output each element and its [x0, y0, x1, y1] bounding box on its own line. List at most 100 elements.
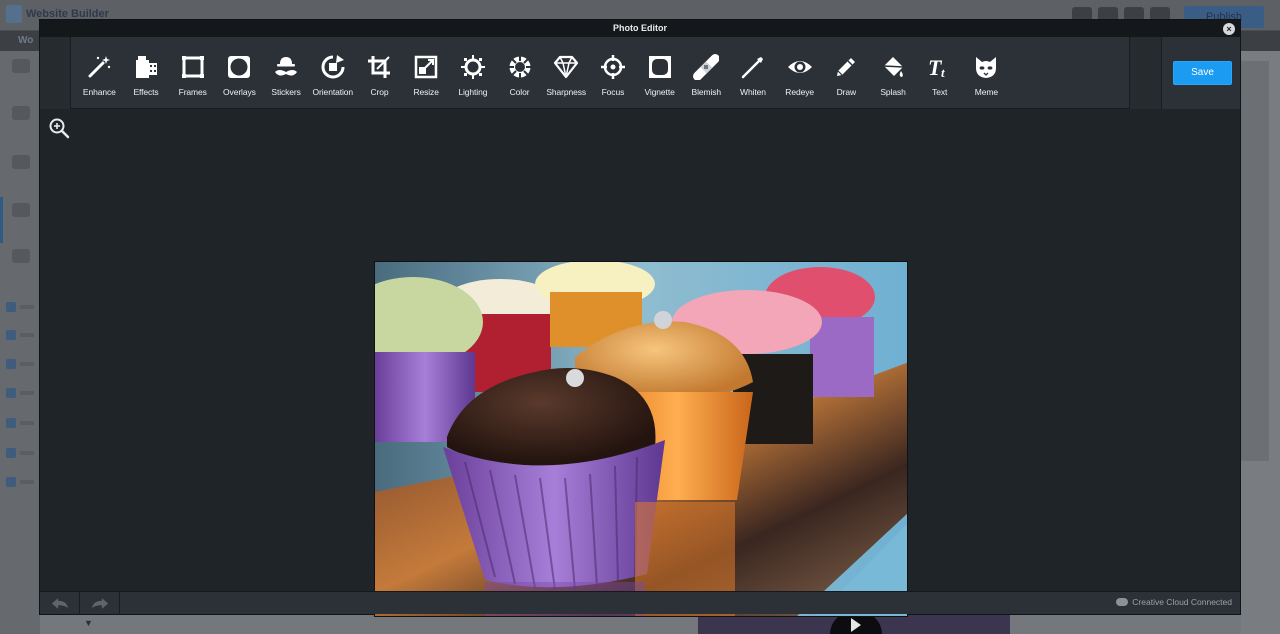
tool-splash[interactable]: Splash [870, 37, 917, 109]
photo-editor-modal: Photo Editor × Enhance Effects Frames Overl… [39, 19, 1241, 617]
tool-label: Stickers [271, 87, 301, 97]
design-icon [6, 359, 16, 369]
editor-footer: Creative Cloud Connected [40, 591, 1240, 615]
tool-label: Enhance [82, 87, 116, 97]
tool-label: Orientation [312, 87, 354, 97]
editor-toolbar: Enhance Effects Frames Overlays Stickers Orie… [40, 37, 1240, 109]
cloud-status-text: Creative Cloud Connected [1132, 597, 1232, 607]
undo-icon [51, 598, 68, 609]
sidebar-row-files [6, 387, 36, 399]
basic-icon [12, 59, 30, 73]
tool-label: Lighting [458, 87, 488, 97]
tool-label: Frames [178, 87, 207, 97]
tool-label: Draw [836, 87, 857, 97]
sidebar-row-settings [6, 329, 36, 341]
sidebar-item-controls [0, 249, 40, 265]
tool-label: Overlays [223, 87, 256, 97]
sidebar-row-store [6, 447, 36, 459]
crosshair-icon [599, 53, 627, 81]
tool-meme[interactable]: Meme [963, 37, 1010, 109]
tool-label: Whiten [740, 87, 766, 97]
tool-enhance[interactable]: Enhance [76, 37, 123, 109]
tool-whiten[interactable]: Whiten [730, 37, 777, 109]
blog-icon [6, 418, 16, 428]
tool-label: Color [509, 87, 530, 97]
tool-label: Effects [133, 87, 159, 97]
redo-icon [91, 598, 108, 609]
canvas-area [40, 110, 1240, 617]
frame-icon [179, 53, 207, 81]
tool-sharpness[interactable]: Sharpness [543, 37, 590, 109]
tool-label: Focus [601, 87, 625, 97]
tool-label: Text [932, 87, 948, 97]
tool-label: Blemish [691, 87, 722, 97]
close-icon[interactable]: × [1223, 23, 1235, 35]
sidebar-row-seo [6, 476, 36, 488]
mustache-hat-icon [272, 53, 300, 81]
save-button[interactable]: Save [1173, 61, 1232, 85]
resize-icon [412, 53, 440, 81]
search-icon [6, 477, 16, 487]
tool-label: Meme [974, 87, 999, 97]
sidebar-item-media [0, 155, 40, 171]
sidebar-row-blog [6, 417, 36, 429]
zoom-in-icon[interactable] [48, 117, 70, 139]
cloud-status: Creative Cloud Connected [1116, 597, 1232, 607]
sidebar-item-advanced [0, 203, 40, 219]
tool-crop[interactable]: Crop [356, 37, 403, 109]
advanced-icon [12, 203, 30, 217]
tool-lighting[interactable]: Lighting [450, 37, 497, 109]
paint-bucket-icon [879, 53, 907, 81]
pencil-icon [832, 53, 860, 81]
folder-icon [6, 388, 16, 398]
settings-icon [6, 330, 16, 340]
tool-label: Sharpness [546, 87, 587, 97]
subbar-label: Wo [18, 35, 34, 46]
sidebar-item-social [0, 106, 40, 122]
film-effects-icon [132, 53, 160, 81]
eye-icon [786, 53, 814, 81]
tool-orientation[interactable]: Orientation [309, 37, 356, 109]
undo-button[interactable] [40, 592, 80, 615]
tool-list: Enhance Effects Frames Overlays Stickers Orie… [76, 37, 1010, 109]
tool-text[interactable]: Tt Text [916, 37, 963, 109]
overlay-icon [225, 53, 253, 81]
magic-wand-icon [85, 53, 113, 81]
tool-frames[interactable]: Frames [169, 37, 216, 109]
tool-resize[interactable]: Resize [403, 37, 450, 109]
tool-vignette[interactable]: Vignette [636, 37, 683, 109]
cart-icon [6, 448, 16, 458]
tool-label: Vignette [644, 87, 675, 97]
app-right-panel [1241, 51, 1280, 634]
tool-label: Redeye [785, 87, 814, 97]
color-wheel-icon [506, 53, 534, 81]
crop-icon [365, 53, 393, 81]
controls-icon [12, 249, 30, 263]
media-icon [12, 155, 30, 169]
vignette-icon [646, 53, 674, 81]
sidebar-row-design [6, 358, 36, 370]
tool-color[interactable]: Color [496, 37, 543, 109]
diamond-icon [552, 53, 580, 81]
svg-text:t: t [941, 65, 945, 80]
tool-label: Crop [370, 87, 389, 97]
tool-blemish[interactable]: Blemish [683, 37, 730, 109]
creative-cloud-icon [1116, 598, 1129, 606]
sun-icon [459, 53, 487, 81]
tool-redeye[interactable]: Redeye [776, 37, 823, 109]
tool-stickers[interactable]: Stickers [263, 37, 310, 109]
redo-button[interactable] [80, 592, 120, 615]
bandage-icon [692, 53, 720, 81]
toolbar-right-cap [1129, 37, 1162, 109]
cat-face-icon [972, 53, 1000, 81]
tool-effects[interactable]: Effects [123, 37, 170, 109]
app-sidebar [0, 51, 40, 634]
edited-photo[interactable] [374, 261, 908, 617]
sidebar-item-basic [0, 59, 40, 75]
tool-overlays[interactable]: Overlays [216, 37, 263, 109]
tool-label: Splash [880, 87, 906, 97]
text-icon: Tt [926, 53, 954, 81]
sidebar-row-pages [6, 301, 36, 313]
tool-focus[interactable]: Focus [590, 37, 637, 109]
tool-draw[interactable]: Draw [823, 37, 870, 109]
